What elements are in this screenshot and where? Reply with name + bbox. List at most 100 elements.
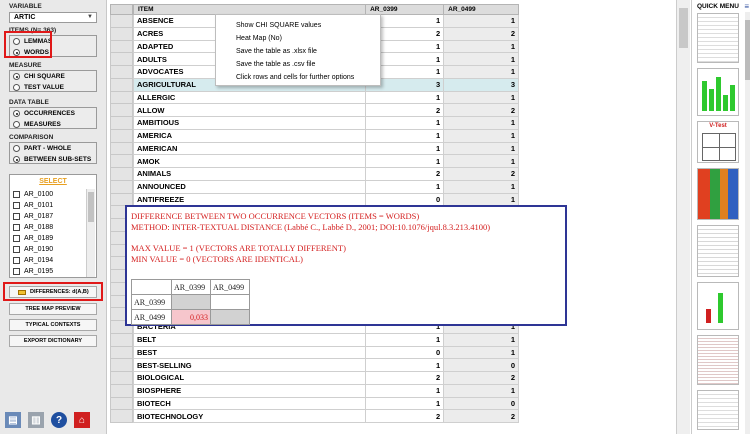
row-header-cell[interactable]: [110, 410, 133, 423]
item-cell[interactable]: ANIMALS: [132, 167, 367, 181]
thumb-bar-chart[interactable]: [697, 68, 739, 116]
count-cell[interactable]: 1: [365, 90, 445, 105]
count-cell[interactable]: 1: [443, 345, 519, 360]
quick-menu-scrollbar[interactable]: [745, 12, 750, 434]
row-header-cell[interactable]: [110, 66, 133, 79]
table-row[interactable]: BIOSPHERE 1 1: [132, 383, 519, 398]
thumb-bar-chart-2[interactable]: [697, 282, 739, 330]
menu-item-click-rows[interactable]: Click rows and cells for further options: [216, 71, 380, 84]
row-header-cell[interactable]: [110, 91, 133, 105]
count-cell[interactable]: 2: [365, 103, 445, 117]
table-row[interactable]: ANNOUNCED 1 1: [132, 179, 519, 194]
row-header-cell[interactable]: [110, 397, 133, 411]
item-cell[interactable]: ANTIFREEZE: [132, 192, 367, 207]
radio-test-value[interactable]: TEST VALUE: [10, 82, 96, 93]
count-cell[interactable]: 0: [443, 358, 519, 372]
grid-scrollbar[interactable]: [676, 0, 690, 434]
item-cell[interactable]: BEST: [132, 345, 367, 360]
count-cell[interactable]: 0: [443, 396, 519, 411]
item-cell[interactable]: BIOTECH: [132, 396, 367, 411]
scroll-thumb[interactable]: [679, 8, 688, 48]
count-cell[interactable]: 1: [443, 65, 519, 79]
select-item[interactable]: AR_0190: [10, 244, 86, 255]
table-row[interactable]: AMERICA 1 1: [132, 128, 519, 143]
count-cell[interactable]: 1: [365, 396, 445, 411]
count-cell[interactable]: 2: [443, 409, 519, 423]
select-item[interactable]: AR_0194: [10, 255, 86, 266]
typical-contexts-button[interactable]: TYPICAL CONTEXTS: [9, 319, 97, 331]
row-header-cell[interactable]: [110, 372, 133, 385]
item-cell[interactable]: AMERICAN: [132, 141, 367, 156]
row-header-cell[interactable]: [110, 359, 133, 372]
row-header-cell[interactable]: [110, 117, 133, 130]
item-cell[interactable]: BELT: [132, 332, 367, 347]
row-header-cell[interactable]: [110, 168, 133, 181]
count-cell[interactable]: 1: [443, 154, 519, 168]
select-item[interactable]: AR_0188: [10, 222, 86, 233]
column-header-ar0399[interactable]: AR_0399: [365, 4, 445, 15]
radio-between-sub-sets[interactable]: BETWEEN SUB-SETS: [10, 154, 96, 165]
item-cell[interactable]: ALLERGIC: [132, 90, 367, 105]
table-row[interactable]: BIOTECHNOLOGY 2 2: [132, 409, 519, 423]
count-cell[interactable]: 2: [365, 371, 445, 385]
count-cell[interactable]: 2: [443, 371, 519, 385]
row-header-cell[interactable]: [110, 15, 133, 28]
document-chart-icon[interactable]: ▤: [5, 412, 21, 428]
thumb-heat-map[interactable]: [697, 168, 739, 220]
radio-part-whole[interactable]: PART - WHOLE: [10, 143, 96, 154]
item-cell[interactable]: AMOK: [132, 154, 367, 168]
row-header-cell[interactable]: [110, 27, 133, 41]
count-cell[interactable]: 1: [365, 383, 445, 398]
count-cell[interactable]: 2: [365, 167, 445, 181]
scroll-thumb[interactable]: [745, 20, 750, 80]
count-cell[interactable]: 1: [365, 154, 445, 168]
count-cell[interactable]: 1: [443, 90, 519, 105]
table-row[interactable]: ANTIFREEZE 0 1: [132, 192, 519, 207]
item-cell[interactable]: BEST-SELLING: [132, 358, 367, 372]
item-cell[interactable]: ALLOW: [132, 103, 367, 117]
matrix-cell-value[interactable]: 0,033: [171, 309, 211, 325]
row-header-cell[interactable]: [110, 104, 133, 117]
bar-chart-icon[interactable]: ▥: [28, 412, 44, 428]
table-row[interactable]: BIOTECH 1 0: [132, 396, 519, 411]
pin-icon[interactable]: ≡: [744, 2, 749, 11]
table-row[interactable]: AMOK 1 1: [132, 154, 519, 168]
count-cell[interactable]: 1: [443, 179, 519, 194]
table-row[interactable]: ALLERGIC 1 1: [132, 90, 519, 105]
column-header-item[interactable]: ITEM: [132, 4, 367, 15]
column-header-ar0499[interactable]: AR_0499: [443, 4, 519, 15]
table-row[interactable]: ALLOW 2 2: [132, 103, 519, 117]
select-item[interactable]: AR_0189: [10, 233, 86, 244]
count-cell[interactable]: 1: [443, 52, 519, 66]
count-cell[interactable]: 1: [365, 128, 445, 143]
row-header-cell[interactable]: [110, 129, 133, 143]
count-cell[interactable]: 1: [365, 332, 445, 347]
radio-chi-square[interactable]: CHI SQUARE: [10, 71, 96, 82]
select-scrollbar[interactable]: [86, 189, 95, 277]
count-cell[interactable]: 0: [365, 345, 445, 360]
home-icon[interactable]: ⌂: [74, 412, 90, 428]
thumb-table[interactable]: [697, 13, 739, 63]
count-cell[interactable]: 1: [443, 14, 519, 28]
count-cell[interactable]: 3: [443, 77, 519, 92]
count-cell[interactable]: 1: [443, 332, 519, 347]
row-header-cell[interactable]: [110, 53, 133, 66]
count-cell[interactable]: 1: [365, 358, 445, 372]
tree-map-preview-button[interactable]: TREE MAP PREVIEW: [9, 303, 97, 315]
table-row[interactable]: BIOLOGICAL 2 2: [132, 371, 519, 385]
count-cell[interactable]: 1: [443, 192, 519, 207]
menu-item-save-xlsx[interactable]: Save the table as .xlsx file: [216, 45, 380, 58]
row-header-cell[interactable]: [110, 142, 133, 156]
count-cell[interactable]: 1: [443, 141, 519, 156]
help-icon[interactable]: ?: [51, 412, 67, 428]
count-cell[interactable]: 2: [443, 103, 519, 117]
select-item[interactable]: AR_0195: [10, 266, 86, 277]
chevron-down-icon[interactable]: ▼: [87, 14, 93, 20]
count-cell[interactable]: 2: [443, 167, 519, 181]
table-row[interactable]: AMERICAN 1 1: [132, 141, 519, 156]
row-header-cell[interactable]: [110, 40, 133, 54]
item-cell[interactable]: AMBITIOUS: [132, 116, 367, 130]
table-row[interactable]: BEST-SELLING 1 0: [132, 358, 519, 372]
export-dictionary-button[interactable]: EXPORT DICTIONARY: [9, 335, 97, 347]
count-cell[interactable]: 1: [443, 116, 519, 130]
